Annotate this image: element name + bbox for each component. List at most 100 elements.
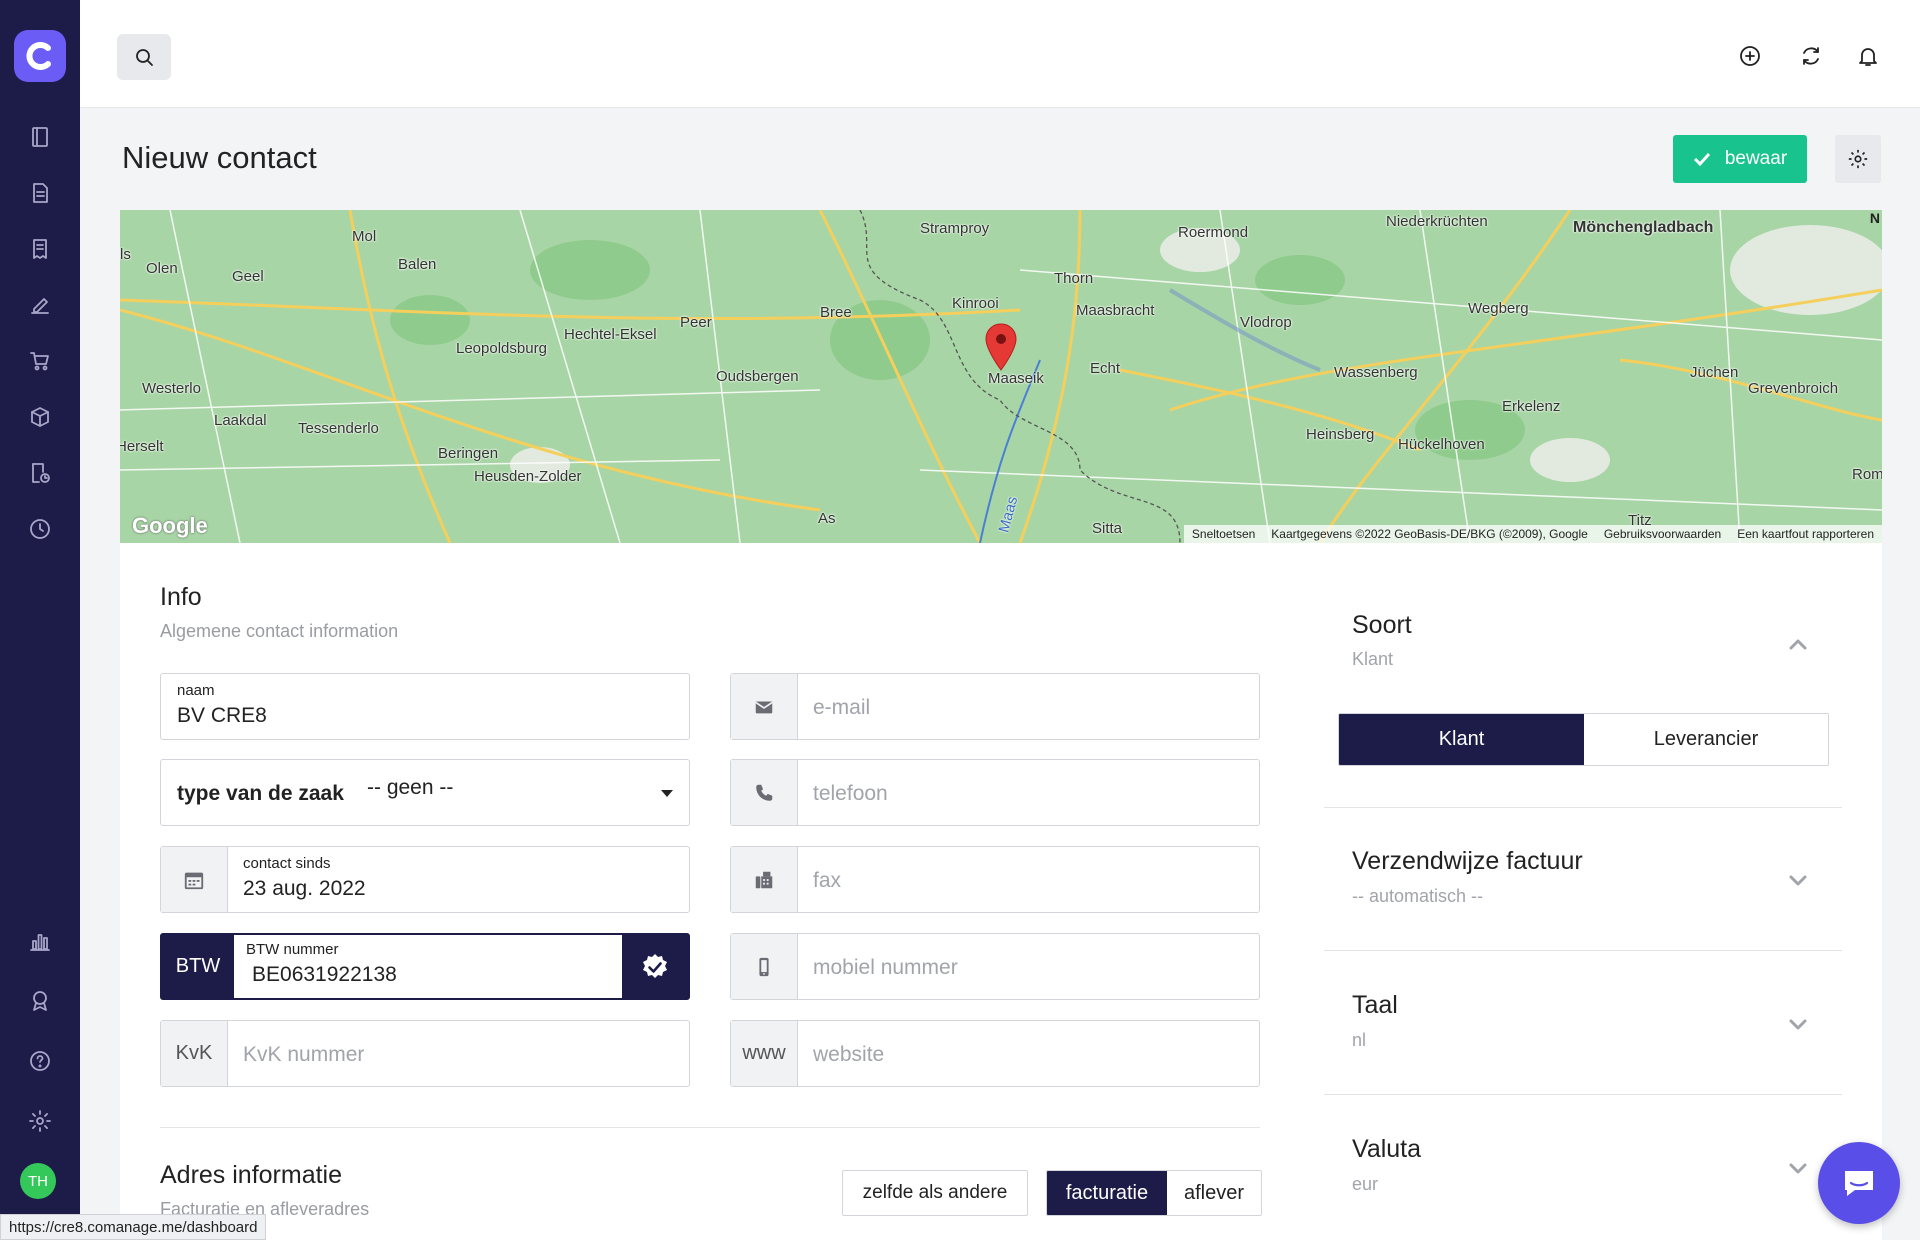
language-value: nl — [1352, 1030, 1367, 1050]
business-type-label: type van de zaak — [177, 782, 344, 805]
vat-number-field[interactable]: BTW BTW nummer BE0631922138 — [160, 933, 690, 1000]
type-section-value: Klant — [1352, 649, 1394, 669]
map-label: Oudsbergen — [716, 368, 799, 385]
map-label: Leopoldsburg — [456, 340, 547, 357]
add-button[interactable] — [1734, 40, 1766, 72]
website-prefix: www — [731, 1021, 798, 1086]
map-label: Erkelenz — [1502, 398, 1561, 415]
status-bar-url: https://cre8.comanage.me/dashboard — [0, 1214, 267, 1240]
sidebar-item-settings[interactable] — [20, 1101, 60, 1141]
section-divider — [1324, 950, 1842, 951]
mobile-field[interactable]: mobiel nummer — [730, 933, 1260, 1000]
gear-icon — [29, 1110, 51, 1132]
business-type-select[interactable]: type van de zaak -- geen -- — [160, 759, 690, 826]
check-icon — [1693, 152, 1710, 167]
sidebar-item-edit[interactable] — [20, 285, 60, 325]
kvk-prefix: KvK — [161, 1021, 228, 1086]
fax-icon — [755, 871, 773, 888]
website-field[interactable]: www website — [730, 1020, 1260, 1087]
sidebar-item-time[interactable] — [20, 509, 60, 549]
name-field[interactable]: naam BV CRE8 — [160, 673, 690, 740]
map-label: Geel — [232, 268, 264, 285]
bell-icon — [1859, 48, 1877, 66]
map-label: Beringen — [438, 445, 499, 462]
caret-down-icon — [661, 790, 673, 797]
map-label: Maaseik — [988, 370, 1044, 387]
sidebar-item-documents[interactable] — [20, 173, 60, 213]
vat-number-label: BTW nummer — [246, 941, 339, 958]
invoice-delivery-value: -- automatisch -- — [1352, 886, 1484, 906]
map-label: Wegberg — [1468, 300, 1529, 317]
name-label: naam — [177, 682, 215, 699]
sidebar: TH — [0, 0, 80, 1240]
sidebar-item-badges[interactable] — [20, 981, 60, 1021]
search-icon — [136, 49, 153, 66]
save-button[interactable]: bewaar — [1673, 135, 1807, 183]
sidebar-item-cart[interactable] — [20, 341, 60, 381]
vat-verify-button[interactable] — [622, 935, 688, 998]
chart-icon — [30, 934, 50, 951]
customer-supplier-toggle: Klant Leverancier — [1338, 713, 1829, 766]
email-field[interactable]: e-mail — [730, 673, 1260, 740]
email-placeholder: e-mail — [813, 696, 871, 719]
verified-badge-icon — [643, 953, 667, 978]
search-button[interactable] — [117, 34, 171, 80]
section-divider — [1324, 807, 1842, 808]
save-button-label: bewaar — [1724, 148, 1788, 169]
contact-since-value: 23 aug. 2022 — [243, 877, 366, 900]
map-north-label: N — [1869, 210, 1880, 226]
same-as-other-button[interactable]: zelfde als andere — [842, 1170, 1028, 1216]
chevron-down-icon[interactable] — [1787, 869, 1809, 891]
page-title: Nieuw contact — [122, 140, 317, 175]
chevron-up-icon[interactable] — [1787, 634, 1809, 656]
map-label: Tessenderlo — [298, 420, 379, 437]
phone-field[interactable]: telefoon — [730, 759, 1260, 826]
chevron-down-icon[interactable] — [1787, 1013, 1809, 1035]
app-logo[interactable] — [14, 30, 66, 82]
map-label: Wassenberg — [1334, 364, 1418, 381]
map-pin-icon[interactable] — [984, 322, 1018, 372]
sidebar-item-book[interactable] — [20, 117, 60, 157]
mobile-placeholder: mobiel nummer — [813, 956, 958, 979]
fax-field[interactable]: fax — [730, 846, 1260, 913]
location-map[interactable]: Mol Olen Geel Balen Leopoldsburg Hechtel… — [120, 210, 1882, 543]
chat-icon — [1845, 1171, 1873, 1196]
sidebar-item-invoices[interactable] — [20, 453, 60, 493]
sidebar-item-products[interactable] — [20, 397, 60, 437]
edit-icon — [31, 298, 49, 314]
chat-button[interactable] — [1818, 1142, 1900, 1224]
avatar[interactable]: TH — [20, 1163, 56, 1199]
sidebar-item-receipts[interactable] — [20, 229, 60, 269]
map-report-link[interactable]: Een kaartfout rapporteren — [1737, 527, 1874, 541]
vat-number-value[interactable]: BE0631922138 — [252, 963, 397, 987]
map-label: Hückelhoven — [1398, 436, 1485, 453]
notifications-button[interactable] — [1852, 40, 1884, 72]
document-icon — [33, 183, 48, 203]
sidebar-item-help[interactable] — [20, 1041, 60, 1081]
map-label: Kinrooi — [952, 295, 999, 312]
page-settings-button[interactable] — [1835, 135, 1881, 183]
delivery-address-tab[interactable]: aflever — [1167, 1171, 1261, 1215]
map-terms-link[interactable]: Gebruiksvoorwaarden — [1604, 527, 1721, 541]
contact-since-field[interactable]: contact sinds 23 aug. 2022 — [160, 846, 690, 913]
sidebar-item-reports[interactable] — [20, 921, 60, 961]
kvk-field[interactable]: KvK KvK nummer — [160, 1020, 690, 1087]
box-icon — [31, 407, 49, 427]
calendar-prefix[interactable] — [161, 847, 228, 912]
map-shortcuts-link[interactable]: Sneltoetsen — [1192, 527, 1255, 541]
customer-option[interactable]: Klant — [1339, 714, 1584, 765]
map-label: Vlodrop — [1240, 314, 1292, 331]
fax-placeholder: fax — [813, 869, 842, 892]
sync-button[interactable] — [1795, 40, 1827, 72]
fax-prefix — [731, 847, 798, 912]
email-prefix — [731, 674, 798, 739]
contact-since-label: contact sinds — [243, 855, 331, 872]
billing-address-tab[interactable]: facturatie — [1047, 1171, 1167, 1215]
section-divider — [160, 1127, 1260, 1128]
supplier-option[interactable]: Leverancier — [1584, 714, 1828, 765]
map-label: Bree — [820, 304, 852, 321]
invoice-clock-icon — [32, 463, 50, 483]
cart-icon — [30, 352, 49, 371]
info-section-title: Info — [160, 583, 202, 611]
chevron-down-icon[interactable] — [1787, 1157, 1809, 1179]
